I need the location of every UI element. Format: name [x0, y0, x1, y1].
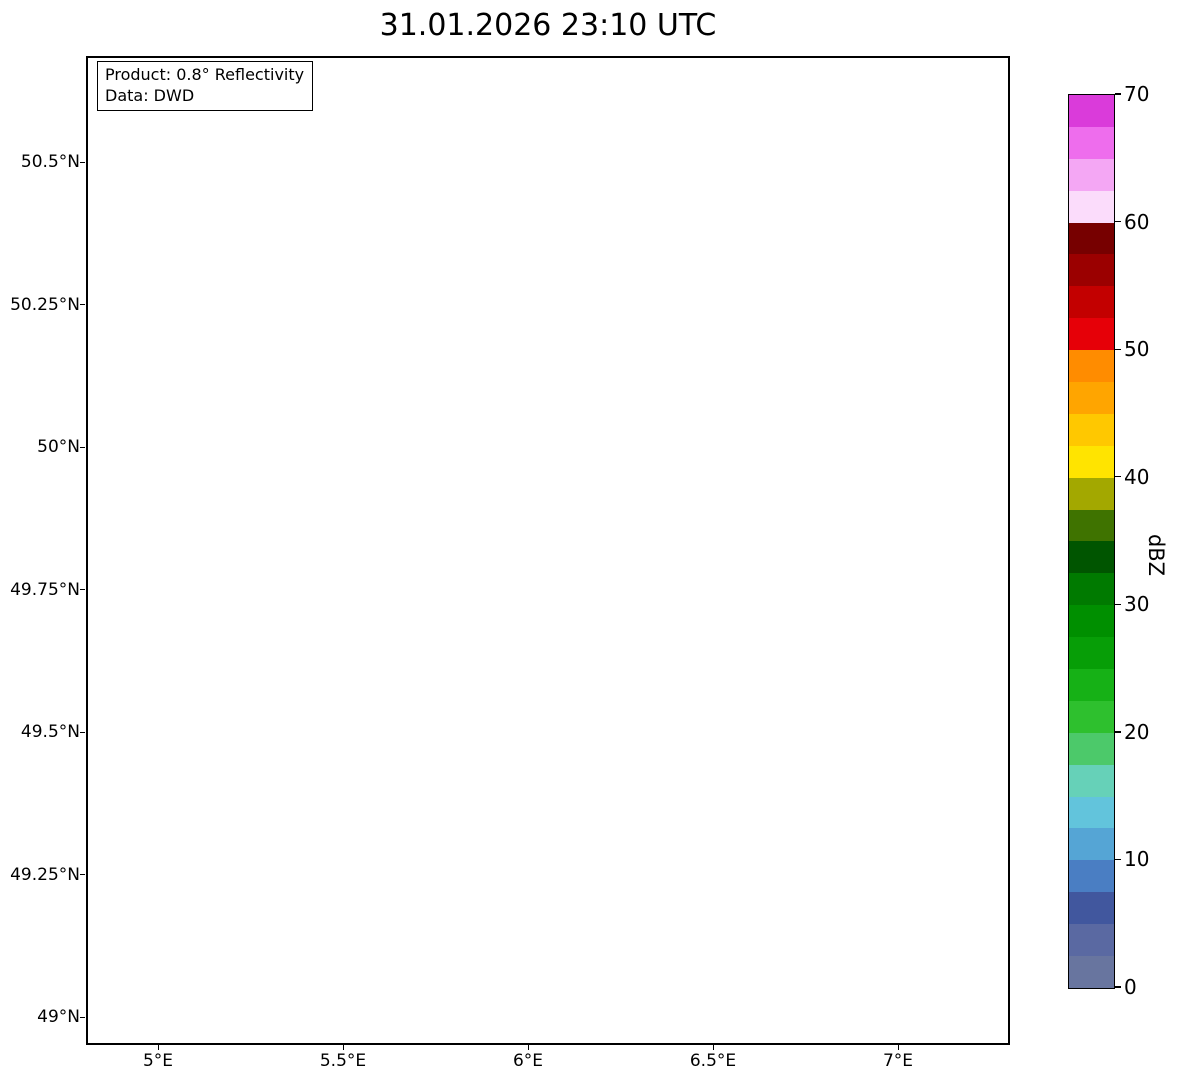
- data-source-line: Data: DWD: [105, 86, 195, 105]
- product-info-box: Product: 0.8° Reflectivity Data: DWD: [97, 61, 314, 111]
- y-tick-mark: [80, 731, 85, 733]
- x-tick-label: 7°E: [882, 1051, 914, 1071]
- y-tick-mark: [80, 589, 85, 591]
- colorbar-tick-mark: [1115, 476, 1121, 478]
- colorbar-segment: [1069, 700, 1114, 733]
- y-tick-label: 49.25°N: [10, 864, 80, 885]
- colorbar-segment: [1069, 541, 1114, 574]
- colorbar-segment: [1069, 796, 1114, 829]
- colorbar-tick-label: 0: [1124, 975, 1137, 999]
- colorbar-segment: [1069, 445, 1114, 478]
- colorbar-tick-label: 50: [1124, 337, 1150, 362]
- map-frame: [86, 56, 1010, 1045]
- colorbar-tick-label: 70: [1124, 82, 1150, 106]
- colorbar: [1068, 94, 1115, 989]
- y-tick-label: 49°N: [37, 1007, 80, 1027]
- colorbar-segment: [1069, 509, 1114, 542]
- colorbar-segment: [1069, 892, 1114, 925]
- figure-title: 31.01.2026 23:10 UTC: [379, 8, 717, 43]
- colorbar-segment: [1069, 637, 1114, 670]
- colorbar-tick-label: 40: [1124, 464, 1150, 489]
- x-tick-label: 5°E: [142, 1051, 174, 1071]
- y-tick-label: 49.5°N: [20, 722, 80, 742]
- colorbar-segment: [1069, 669, 1114, 701]
- x-tick-label: 6°E: [512, 1051, 544, 1071]
- y-tick-mark: [80, 304, 85, 306]
- colorbar-tick-label: 10: [1124, 847, 1150, 872]
- radar-figure: 31.01.2026 23:10 UTC Product: 0.8° Refle…: [0, 0, 1202, 1081]
- colorbar-segment: [1069, 413, 1114, 446]
- colorbar-tick-mark: [1115, 348, 1121, 350]
- colorbar-tick-label: 30: [1124, 592, 1150, 617]
- colorbar-tick-mark: [1115, 220, 1121, 223]
- y-tick-label: 50.5°N: [20, 152, 80, 172]
- colorbar-segment: [1069, 158, 1114, 191]
- colorbar-segment: [1069, 573, 1114, 606]
- x-tick-mark: [527, 1045, 529, 1050]
- colorbar-segment: [1069, 222, 1114, 255]
- colorbar-segment: [1069, 254, 1114, 287]
- colorbar-segment: [1069, 764, 1114, 797]
- y-tick-label: 50.25°N: [10, 294, 80, 315]
- colorbar-tick-mark: [1115, 986, 1121, 988]
- x-tick-mark: [897, 1045, 899, 1050]
- colorbar-tick-label: 20: [1124, 719, 1150, 744]
- y-tick-mark: [80, 874, 85, 876]
- colorbar-segment: [1069, 318, 1114, 351]
- colorbar-segment: [1069, 382, 1114, 414]
- x-tick-mark: [157, 1045, 159, 1050]
- colorbar-segment: [1069, 924, 1114, 957]
- colorbar-tick-label: 60: [1124, 209, 1150, 234]
- colorbar-tick-mark: [1115, 93, 1121, 95]
- y-tick-label: 50°N: [37, 437, 80, 457]
- colorbar-tick-mark: [1115, 731, 1121, 733]
- colorbar-segment: [1069, 605, 1114, 638]
- colorbar-segment: [1069, 732, 1114, 765]
- colorbar-axis-label: dBZ: [1144, 533, 1168, 577]
- colorbar-segment: [1069, 477, 1114, 510]
- colorbar-segment: [1069, 350, 1114, 383]
- y-tick-mark: [80, 161, 85, 163]
- x-tick-label: 6.5°E: [689, 1051, 737, 1071]
- colorbar-segment: [1069, 286, 1114, 319]
- colorbar-segment: [1069, 828, 1114, 861]
- colorbar-tick-mark: [1115, 603, 1121, 605]
- y-tick-mark: [80, 1016, 85, 1018]
- colorbar-segment: [1069, 860, 1114, 893]
- colorbar-segment: [1069, 956, 1114, 988]
- y-tick-label: 49.75°N: [10, 579, 80, 600]
- colorbar-segment: [1069, 95, 1114, 127]
- colorbar-segment: [1069, 126, 1114, 159]
- x-tick-mark: [342, 1045, 344, 1050]
- x-tick-mark: [712, 1045, 714, 1050]
- x-tick-label: 5.5°E: [319, 1051, 367, 1071]
- y-tick-mark: [80, 446, 85, 448]
- product-info-line: Product: 0.8° Reflectivity: [105, 65, 305, 84]
- colorbar-segment: [1069, 190, 1114, 223]
- colorbar-tick-mark: [1115, 858, 1121, 861]
